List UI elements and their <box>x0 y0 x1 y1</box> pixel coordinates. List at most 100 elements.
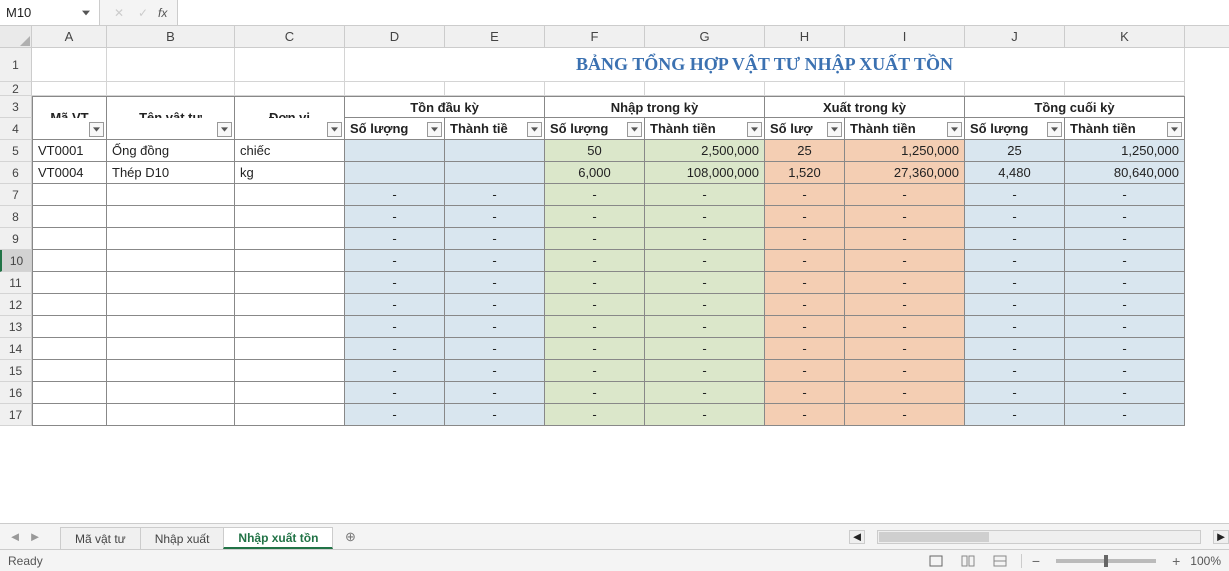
zoom-in-icon[interactable]: + <box>1172 553 1180 569</box>
filter-dropdown-icon[interactable] <box>527 122 542 137</box>
row-header-17[interactable]: 17 <box>0 404 32 426</box>
cell-B7[interactable] <box>107 184 235 206</box>
cell-C10[interactable] <box>235 250 345 272</box>
column-header-C[interactable]: C <box>235 26 345 47</box>
cell-K11[interactable]: - <box>1065 272 1185 294</box>
cell-A7[interactable] <box>32 184 107 206</box>
cell-H17[interactable]: - <box>765 404 845 426</box>
cell-I12[interactable]: - <box>845 294 965 316</box>
cell-E7[interactable]: - <box>445 184 545 206</box>
tab-prev-icon[interactable]: ◄ <box>6 528 24 546</box>
cell-H5[interactable]: 25 <box>765 140 845 162</box>
filter-dropdown-icon[interactable] <box>327 122 342 137</box>
cell-E12[interactable]: - <box>445 294 545 316</box>
column-header-F[interactable]: F <box>545 26 645 47</box>
normal-view-icon[interactable] <box>925 552 947 570</box>
row-header-8[interactable]: 8 <box>0 206 32 228</box>
cell-F12[interactable]: - <box>545 294 645 316</box>
column-header-H[interactable]: H <box>765 26 845 47</box>
cell-H15[interactable]: - <box>765 360 845 382</box>
cell-F9[interactable]: - <box>545 228 645 250</box>
cell-J7[interactable]: - <box>965 184 1065 206</box>
cell-A17[interactable] <box>32 404 107 426</box>
cell-I11[interactable]: - <box>845 272 965 294</box>
cell-D16[interactable]: - <box>345 382 445 404</box>
row-header-12[interactable]: 12 <box>0 294 32 316</box>
page-layout-view-icon[interactable] <box>957 552 979 570</box>
cell-I15[interactable]: - <box>845 360 965 382</box>
cell-K10[interactable]: - <box>1065 250 1185 272</box>
column-header-J[interactable]: J <box>965 26 1065 47</box>
column-header-I[interactable]: I <box>845 26 965 47</box>
cell-E14[interactable]: - <box>445 338 545 360</box>
cell-I6[interactable]: 27,360,000 <box>845 162 965 184</box>
cell-F7[interactable]: - <box>545 184 645 206</box>
row-header-15[interactable]: 15 <box>0 360 32 382</box>
cell-G12[interactable]: - <box>645 294 765 316</box>
cell-G9[interactable]: - <box>645 228 765 250</box>
cell-I8[interactable]: - <box>845 206 965 228</box>
cell-H8[interactable]: - <box>765 206 845 228</box>
cell-E8[interactable]: - <box>445 206 545 228</box>
cell-G8[interactable]: - <box>645 206 765 228</box>
cell-E13[interactable]: - <box>445 316 545 338</box>
cell-A1[interactable] <box>32 48 107 82</box>
cell-F5[interactable]: 50 <box>545 140 645 162</box>
filter-dropdown-icon[interactable] <box>427 122 442 137</box>
cell-H9[interactable]: - <box>765 228 845 250</box>
formula-input[interactable] <box>178 0 1229 25</box>
filter-dropdown-icon[interactable] <box>627 122 642 137</box>
name-box[interactable]: M10 <box>0 0 100 25</box>
cell-E5[interactable] <box>445 140 545 162</box>
select-all-corner[interactable] <box>0 26 32 47</box>
cell-F16[interactable]: - <box>545 382 645 404</box>
cell-D5[interactable] <box>345 140 445 162</box>
row-header-13[interactable]: 13 <box>0 316 32 338</box>
cell-F14[interactable]: - <box>545 338 645 360</box>
new-sheet-button[interactable]: ⊕ <box>338 526 362 548</box>
row-header-9[interactable]: 9 <box>0 228 32 250</box>
cell-J15[interactable]: - <box>965 360 1065 382</box>
cell-I5[interactable]: 1,250,000 <box>845 140 965 162</box>
cell-C7[interactable] <box>235 184 345 206</box>
name-box-dropdown-icon[interactable] <box>79 6 93 20</box>
cell-J17[interactable]: - <box>965 404 1065 426</box>
cell-C17[interactable] <box>235 404 345 426</box>
column-header-K[interactable]: K <box>1065 26 1185 47</box>
cell-A2[interactable] <box>32 82 107 96</box>
cell-C5[interactable]: chiếc <box>235 140 345 162</box>
cell-J13[interactable]: - <box>965 316 1065 338</box>
cell-E11[interactable]: - <box>445 272 545 294</box>
cell-K7[interactable]: - <box>1065 184 1185 206</box>
cell-I10[interactable]: - <box>845 250 965 272</box>
cell-C9[interactable] <box>235 228 345 250</box>
cell-D2[interactable] <box>345 82 445 96</box>
horizontal-scrollbar[interactable] <box>877 530 1201 544</box>
cell-J16[interactable]: - <box>965 382 1065 404</box>
cell-B14[interactable] <box>107 338 235 360</box>
cell-I2[interactable] <box>845 82 965 96</box>
cell-F11[interactable]: - <box>545 272 645 294</box>
zoom-level[interactable]: 100% <box>1190 554 1221 568</box>
cell-B1[interactable] <box>107 48 235 82</box>
cell-A13[interactable] <box>32 316 107 338</box>
row-header-11[interactable]: 11 <box>0 272 32 294</box>
cell-K15[interactable]: - <box>1065 360 1185 382</box>
cell-I13[interactable]: - <box>845 316 965 338</box>
cell-H14[interactable]: - <box>765 338 845 360</box>
cell-A11[interactable] <box>32 272 107 294</box>
cell-B15[interactable] <box>107 360 235 382</box>
cell-A15[interactable] <box>32 360 107 382</box>
cell-B5[interactable]: Ống đồng <box>107 140 235 162</box>
sheet-tab-Mã-vật-tư[interactable]: Mã vật tư <box>60 527 141 549</box>
cell-B8[interactable] <box>107 206 235 228</box>
cell-F10[interactable]: - <box>545 250 645 272</box>
cell-A5[interactable]: VT0001 <box>32 140 107 162</box>
cell-E15[interactable]: - <box>445 360 545 382</box>
cell-I16[interactable]: - <box>845 382 965 404</box>
sheet-tab-Nhập-xuất[interactable]: Nhập xuất <box>140 527 225 549</box>
fx-label[interactable]: fx <box>158 6 167 20</box>
sheet-tab-Nhập-xuất-tồn[interactable]: Nhập xuất tồn <box>223 527 333 549</box>
cell-C16[interactable] <box>235 382 345 404</box>
row-header-5[interactable]: 5 <box>0 140 32 162</box>
